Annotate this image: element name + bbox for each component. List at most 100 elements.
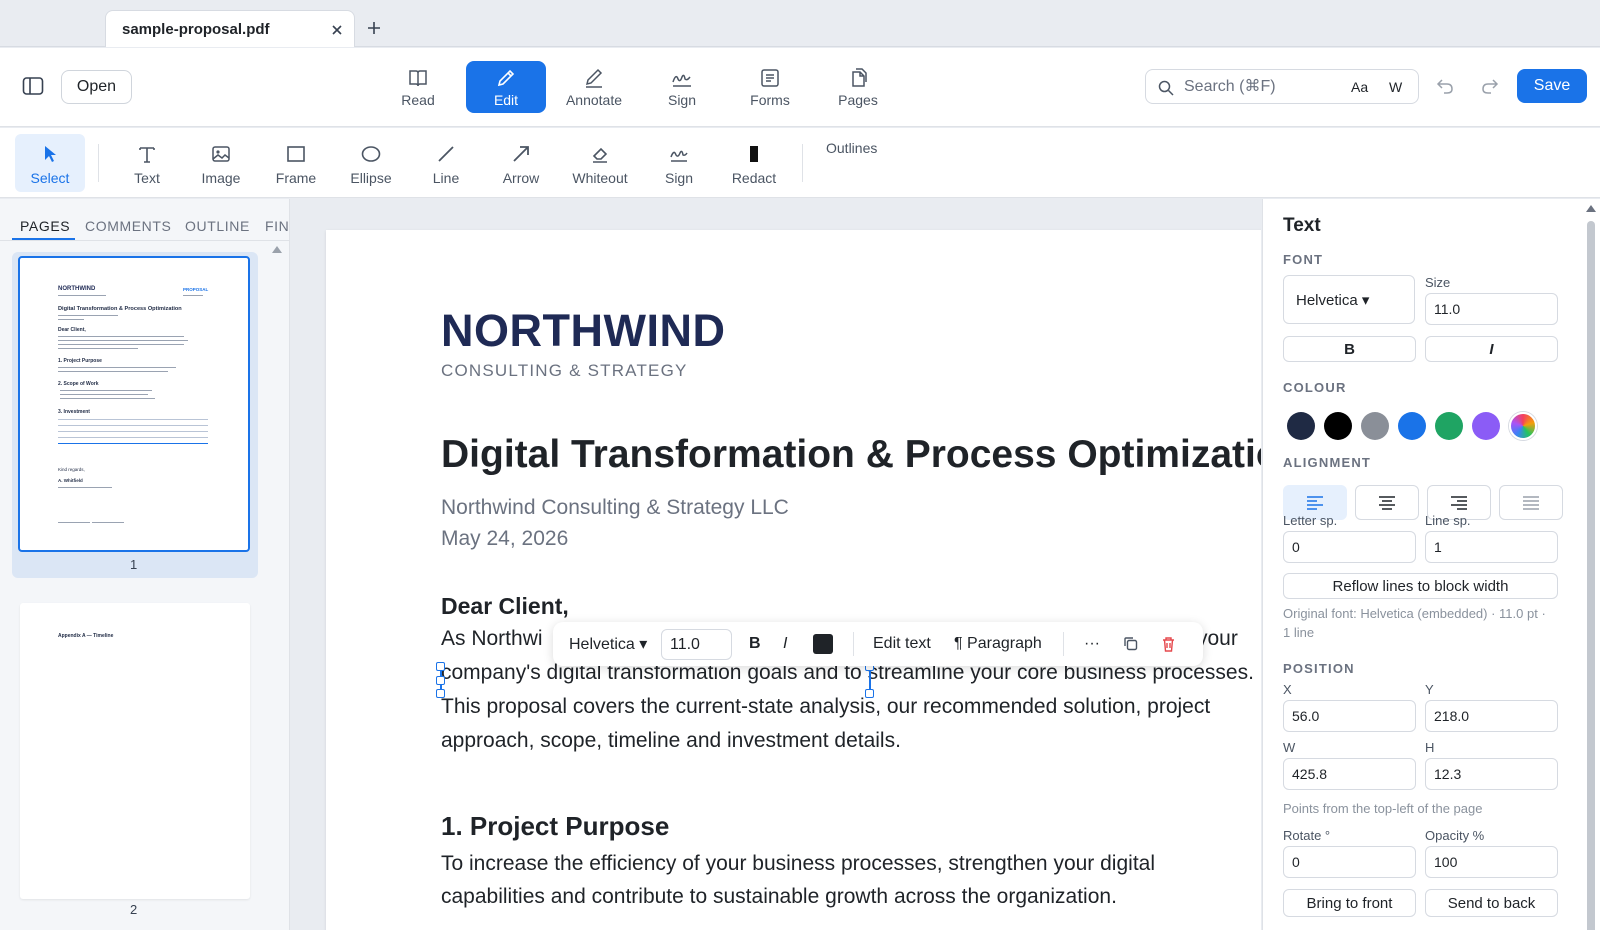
doc-date[interactable]: May 24, 2026 xyxy=(441,527,568,551)
match-case-toggle[interactable]: Aa xyxy=(1351,79,1368,95)
doc-para1-line1-start[interactable]: As Northwi xyxy=(441,627,543,651)
mode-pages[interactable]: Pages xyxy=(818,61,898,113)
tool-image[interactable]: Image xyxy=(186,134,256,192)
scroll-up-arrow[interactable] xyxy=(1586,205,1596,212)
more-options-button[interactable]: ··· xyxy=(1084,622,1100,666)
text-color-swatch[interactable] xyxy=(813,634,833,654)
line-spacing-field[interactable]: 1 xyxy=(1425,531,1558,563)
align-right-icon xyxy=(1451,495,1467,510)
align-justify-button[interactable] xyxy=(1499,485,1563,520)
duplicate-icon[interactable] xyxy=(1123,636,1138,651)
resize-handle[interactable] xyxy=(865,689,874,698)
custom-colour-picker[interactable] xyxy=(1509,412,1537,440)
sidebar-toggle-icon[interactable] xyxy=(22,76,44,96)
tab-find[interactable]: FIN xyxy=(265,218,289,234)
edit-text-button[interactable]: Edit text xyxy=(873,622,931,666)
tool-label: Redact xyxy=(731,170,777,186)
page-number-1: 1 xyxy=(130,557,138,572)
doc-para1-line3[interactable]: This proposal covers the current-state a… xyxy=(441,695,1210,719)
align-center-button[interactable] xyxy=(1355,485,1419,520)
search-input[interactable] xyxy=(1184,76,1334,98)
letter-spacing-field[interactable]: 0 xyxy=(1283,531,1416,563)
rotate-field[interactable]: 0 xyxy=(1283,846,1416,878)
tool-label: Frame xyxy=(275,170,317,186)
left-panel: PAGES COMMENTS OUTLINE FIN NORTHWIND PRO… xyxy=(0,199,290,930)
mode-sign[interactable]: Sign xyxy=(642,61,722,113)
resize-handle[interactable] xyxy=(436,689,445,698)
scrollbar-thumb[interactable] xyxy=(1587,221,1595,930)
y-field[interactable]: 218.0 xyxy=(1425,700,1558,732)
bold-button[interactable]: B xyxy=(749,622,761,666)
colour-swatch-purple[interactable] xyxy=(1472,412,1500,440)
tab-pages[interactable]: PAGES xyxy=(20,218,70,234)
tool-ellipse[interactable]: Ellipse xyxy=(336,134,406,192)
colour-swatch-green[interactable] xyxy=(1435,412,1463,440)
bring-to-front-button[interactable]: Bring to front xyxy=(1283,889,1416,917)
opacity-field[interactable]: 100 xyxy=(1425,846,1558,878)
tool-select[interactable]: Select xyxy=(15,134,85,192)
whole-word-toggle[interactable]: W xyxy=(1389,79,1402,95)
mode-edit[interactable]: Edit xyxy=(466,61,546,113)
undo-icon[interactable] xyxy=(1435,76,1455,96)
resize-handle[interactable] xyxy=(436,662,445,671)
tool-frame[interactable]: Frame xyxy=(261,134,331,192)
mode-label: Annotate xyxy=(565,92,623,108)
colour-swatch-navy[interactable] xyxy=(1287,412,1315,440)
bold-toggle[interactable]: B xyxy=(1283,336,1416,362)
italic-button[interactable]: I xyxy=(783,622,787,666)
tab-outline[interactable]: OUTLINE xyxy=(185,218,250,234)
document-tab[interactable]: sample-proposal.pdf xyxy=(105,10,355,47)
doc-brand[interactable]: NORTHWIND xyxy=(441,305,725,357)
opacity-label: Opacity % xyxy=(1425,828,1485,843)
outlines-label[interactable]: Outlines xyxy=(826,140,877,156)
colour-swatch-blue[interactable] xyxy=(1398,412,1426,440)
scroll-up-arrow[interactable] xyxy=(272,246,282,253)
font-dropdown[interactable]: Helvetica ▾ xyxy=(569,622,647,666)
page-thumbnail-2[interactable]: Appendix A — Timeline xyxy=(20,603,250,899)
redo-icon[interactable] xyxy=(1480,76,1500,96)
resize-handle[interactable] xyxy=(436,676,445,685)
send-to-back-button[interactable]: Send to back xyxy=(1425,889,1558,917)
page-thumbnail-1[interactable]: NORTHWIND PROPOSAL Digital Transformatio… xyxy=(12,252,258,578)
italic-toggle[interactable]: I xyxy=(1425,336,1558,362)
y-label: Y xyxy=(1425,682,1434,697)
colour-swatch-grey[interactable] xyxy=(1361,412,1389,440)
tool-arrow[interactable]: Arrow xyxy=(486,134,556,192)
thumb-rule xyxy=(58,419,208,420)
colour-swatch-black[interactable] xyxy=(1324,412,1352,440)
doc-para2-line1[interactable]: To increase the efficiency of your busin… xyxy=(441,852,1155,876)
x-field[interactable]: 56.0 xyxy=(1283,700,1416,732)
mode-label: Sign xyxy=(667,92,697,108)
doc-brand-subtitle[interactable]: CONSULTING & STRATEGY xyxy=(441,361,688,381)
open-button[interactable]: Open xyxy=(61,70,132,104)
tool-whiteout[interactable]: Whiteout xyxy=(565,134,635,192)
mode-annotate[interactable]: Annotate xyxy=(554,61,634,113)
font-size-input[interactable]: 11.0 xyxy=(661,629,732,660)
reflow-button[interactable]: Reflow lines to block width xyxy=(1283,573,1558,599)
tab-comments[interactable]: COMMENTS xyxy=(85,218,171,234)
font-family-select[interactable]: Helvetica ▾ xyxy=(1283,275,1415,324)
doc-salutation[interactable]: Dear Client, xyxy=(441,593,569,620)
paragraph-button[interactable]: ¶ Paragraph xyxy=(954,622,1042,666)
trash-icon[interactable] xyxy=(1161,636,1176,652)
close-icon[interactable] xyxy=(330,23,344,37)
mode-read[interactable]: Read xyxy=(378,61,458,113)
font-size-field[interactable]: 11.0 xyxy=(1425,293,1558,325)
save-button[interactable]: Save xyxy=(1517,69,1587,103)
tool-redact[interactable]: Redact xyxy=(719,134,789,192)
doc-para1-line1-end[interactable]: your xyxy=(1197,627,1238,651)
plus-icon[interactable] xyxy=(366,20,382,36)
doc-section-heading[interactable]: 1. Project Purpose xyxy=(441,811,669,842)
search-box[interactable]: Aa W xyxy=(1145,69,1419,104)
height-field[interactable]: 12.3 xyxy=(1425,758,1558,790)
mode-forms[interactable]: Forms xyxy=(730,61,810,113)
align-justify-icon xyxy=(1523,495,1539,510)
tool-line[interactable]: Line xyxy=(411,134,481,192)
doc-title[interactable]: Digital Transformation & Process Optimiz… xyxy=(441,433,1261,477)
doc-para1-line4[interactable]: approach, scope, timeline and investment… xyxy=(441,729,901,753)
width-field[interactable]: 425.8 xyxy=(1283,758,1416,790)
tool-sign[interactable]: Sign xyxy=(644,134,714,192)
tool-text[interactable]: Text xyxy=(112,134,182,192)
doc-company[interactable]: Northwind Consulting & Strategy LLC xyxy=(441,496,789,520)
doc-para2-line2[interactable]: capabilities and contribute to sustainab… xyxy=(441,885,1117,909)
